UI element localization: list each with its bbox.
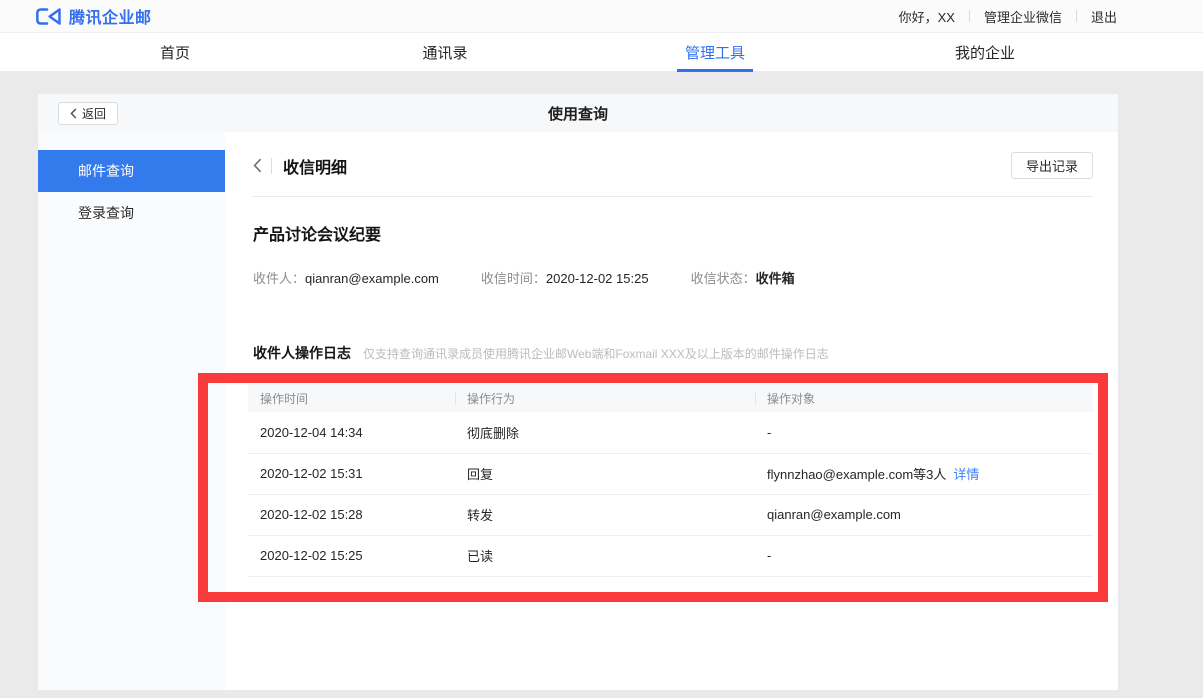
table-header-row: 操作时间 操作行为 操作对象	[248, 384, 1093, 412]
column-operation-target: 操作对象	[755, 384, 1093, 412]
cell-operation-time: 2020-12-02 15:25	[248, 535, 455, 576]
detail-link[interactable]: 详情	[953, 467, 979, 482]
topbar: 腾讯企业邮 你好，XX 管理企业微信 退出	[0, 0, 1203, 33]
screen: 腾讯企业邮 你好，XX 管理企业微信 退出 首页 通讯录 管理工具 我的企业 返…	[0, 0, 1203, 698]
cell-operation-action: 回复	[455, 453, 755, 494]
cell-operation-target: -	[755, 535, 1093, 576]
column-operation-time: 操作时间	[248, 384, 455, 412]
main-content: 收信明细 导出记录 产品讨论会议纪要 收件人：qianran@example.c…	[225, 132, 1118, 690]
logout-link[interactable]: 退出	[1091, 7, 1117, 26]
target-text: -	[767, 548, 771, 563]
table-row: 2020-12-02 15:25已读-	[248, 535, 1093, 576]
manage-wecom-link[interactable]: 管理企业微信	[984, 7, 1062, 26]
cell-operation-time: 2020-12-02 15:28	[248, 494, 455, 535]
exmail-logo-icon	[35, 7, 62, 26]
divider	[271, 158, 272, 174]
tab-home[interactable]: 首页	[40, 33, 310, 71]
back-button[interactable]: 返回	[58, 102, 118, 125]
cell-operation-action: 转发	[455, 494, 755, 535]
sidebar-item-mail-query[interactable]: 邮件查询	[38, 150, 225, 192]
tab-contacts[interactable]: 通讯录	[310, 33, 580, 71]
cell-operation-target: -	[755, 412, 1093, 453]
log-table-body: 2020-12-04 14:34彻底删除-2020-12-02 15:31回复f…	[248, 412, 1093, 576]
brand[interactable]: 腾讯企业邮	[35, 4, 152, 28]
cell-operation-target: qianran@example.com	[755, 494, 1093, 535]
cell-operation-action: 彻底删除	[455, 412, 755, 453]
usage-query-card: 返回 使用查询 邮件查询 登录查询 收信明细 导出记录 产品讨论会议纪要 收件人…	[38, 94, 1118, 690]
log-section-note: 仅支持查询通讯录成员使用腾讯企业邮Web端和Foxmail XXX及以上版本的邮…	[363, 345, 829, 362]
table-row: 2020-12-04 14:34彻底删除-	[248, 412, 1093, 453]
log-section-header: 收件人操作日志 仅支持查询通讯录成员使用腾讯企业邮Web端和Foxmail XX…	[253, 343, 1093, 363]
page-title: 使用查询	[548, 103, 608, 124]
meta-recipient: 收件人：qianran@example.com	[253, 268, 439, 287]
separator	[969, 10, 970, 22]
meta-receive-time: 收信时间：2020-12-02 15:25	[481, 268, 649, 287]
target-text: flynnzhao@example.com等3人	[767, 467, 946, 482]
card-header: 返回 使用查询	[38, 94, 1118, 132]
table-row: 2020-12-02 15:31回复flynnzhao@example.com等…	[248, 453, 1093, 494]
tab-my-company[interactable]: 我的企业	[850, 33, 1120, 71]
detail-header: 收信明细 导出记录	[253, 152, 1093, 179]
operation-log-table: 操作时间 操作行为 操作对象 2020-12-04 14:34彻底删除-2020…	[248, 384, 1093, 577]
separator	[1076, 10, 1077, 22]
column-operation-action: 操作行为	[455, 384, 755, 412]
meta-receive-status: 收信状态：收件箱	[691, 268, 795, 287]
target-text: qianran@example.com	[767, 507, 901, 522]
chevron-left-icon	[70, 108, 77, 119]
back-button-label: 返回	[82, 105, 106, 122]
tab-admin-tools[interactable]: 管理工具	[580, 33, 850, 71]
mail-subject: 产品讨论会议纪要	[253, 221, 1093, 245]
export-records-button[interactable]: 导出记录	[1011, 152, 1093, 179]
brand-name: 腾讯企业邮	[69, 4, 152, 28]
sidebar: 邮件查询 登录查询	[38, 132, 225, 690]
sidebar-item-login-query[interactable]: 登录查询	[38, 192, 225, 234]
back-chevron-icon[interactable]	[253, 158, 262, 173]
detail-title: 收信明细	[283, 154, 347, 178]
cell-operation-target: flynnzhao@example.com等3人详情	[755, 453, 1093, 494]
mail-meta: 收件人：qianran@example.com 收信时间：2020-12-02 …	[253, 268, 1093, 287]
cell-operation-time: 2020-12-04 14:34	[248, 412, 455, 453]
user-greeting: 你好，XX	[899, 7, 955, 26]
log-section-title: 收件人操作日志	[253, 343, 351, 363]
divider	[253, 196, 1093, 197]
target-text: -	[767, 425, 771, 440]
cell-operation-time: 2020-12-02 15:31	[248, 453, 455, 494]
topbar-right: 你好，XX 管理企业微信 退出	[899, 7, 1117, 26]
main-nav: 首页 通讯录 管理工具 我的企业	[0, 33, 1203, 72]
table-row: 2020-12-02 15:28转发 qianran@example.com	[248, 494, 1093, 535]
cell-operation-action: 已读	[455, 535, 755, 576]
